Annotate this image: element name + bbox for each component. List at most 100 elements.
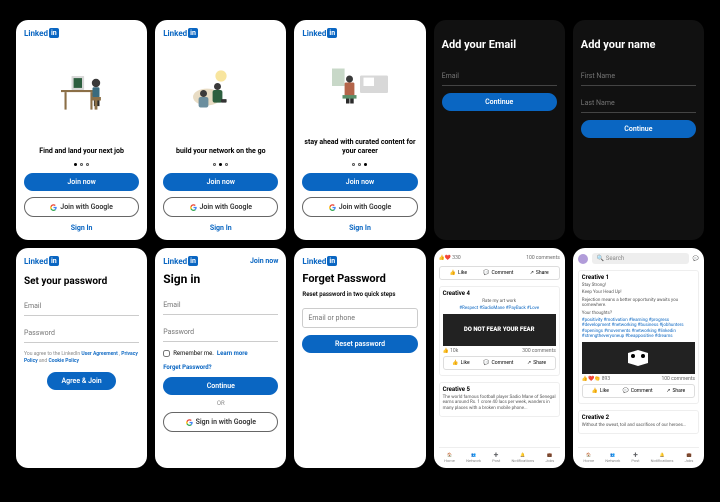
onboard-screen-1: Linkedin Find and land your next job Joi… (16, 20, 147, 240)
nav-jobs[interactable]: 💼Jobs (545, 452, 554, 463)
page-title: Forget Password (302, 272, 417, 285)
post-image (582, 342, 695, 374)
join-now-button[interactable]: Join now (24, 173, 139, 191)
bottom-nav: 🏠Home 👥Network ➕Post 🔔Notifications 💼Job… (578, 447, 699, 463)
nav-network[interactable]: 👥Network (466, 452, 481, 463)
share-button[interactable]: ↗ Share (530, 270, 549, 276)
search-bar: 🔍 Search 💬 (578, 253, 699, 264)
subtitle: Reset password in two quick steps (302, 291, 417, 298)
sign-in-screen: Linkedin Join now Sign in Remember me. L… (155, 248, 286, 468)
nav-post[interactable]: ➕Post (492, 452, 500, 463)
tagline: build your network on the go (163, 147, 278, 155)
email-field[interactable] (163, 296, 278, 315)
feed-post: Creative 4 Rate my art work #Respect #Sa… (439, 286, 560, 376)
page-title: Set your password (24, 276, 139, 287)
first-name-field[interactable] (581, 67, 696, 86)
password-field[interactable] (163, 323, 278, 342)
agree-join-button[interactable]: Agree & Join (47, 372, 116, 390)
page-title: Add your name (581, 38, 696, 51)
password-field[interactable] (24, 324, 139, 343)
add-email-screen: Add your Email Continue (434, 20, 565, 240)
page-title: Sign in (163, 272, 278, 286)
continue-button[interactable]: Continue (442, 93, 557, 111)
post-author[interactable]: Creative 2 (582, 414, 695, 421)
post-author[interactable]: Creative 5 (443, 386, 556, 393)
legal-text: You agree to the LinkedIn User Agreement… (24, 351, 139, 364)
comment-button[interactable]: 💬 Comment (483, 360, 513, 366)
forgot-password-screen: Linkedin Forget Password Reset password … (294, 248, 425, 468)
bottom-nav: 🏠Home 👥Network ➕Post 🔔Notifications 💼Job… (439, 447, 560, 463)
feed-screen-2: 🔍 Search 💬 Creative 1 Stay Strong! Keep … (573, 248, 704, 468)
google-icon (190, 204, 197, 211)
post-author[interactable]: Creative 4 (443, 290, 556, 297)
comment-button[interactable]: 💬 Comment (483, 270, 513, 276)
set-password-screen: Linkedin Set your password You agree to … (16, 248, 147, 468)
page-dots (24, 163, 139, 166)
linkedin-logo: Linkedin (24, 256, 139, 266)
messages-icon[interactable]: 💬 (693, 256, 699, 262)
feed-post: Creative 2 Without the sweat, toil and s… (578, 410, 699, 434)
add-name-screen: Add your name Continue (573, 20, 704, 240)
reset-password-button[interactable]: Reset password (302, 335, 417, 353)
nav-network[interactable]: 👥Network (605, 452, 620, 463)
search-input[interactable]: 🔍 Search (592, 253, 689, 264)
page-title: Add your Email (442, 38, 557, 51)
nav-home[interactable]: 🏠Home (444, 452, 455, 463)
illustration-content (302, 38, 417, 134)
like-button[interactable]: 👍 Like (450, 270, 467, 276)
or-divider: OR (163, 400, 278, 407)
linkedin-logo: Linkedin (302, 256, 417, 266)
post-stats: 👍❤️ 330100 comments (439, 255, 560, 261)
illustration-job (24, 38, 139, 143)
page-dots (302, 163, 417, 166)
nav-post[interactable]: ➕Post (631, 452, 639, 463)
forgot-password-link[interactable]: Forget Password? (163, 364, 278, 371)
remember-me-checkbox[interactable]: Remember me. Learn more (163, 350, 278, 357)
continue-button[interactable]: Continue (581, 120, 696, 138)
share-button[interactable]: ↗ Share (666, 388, 685, 394)
tagline: stay ahead with curated content for your… (302, 138, 417, 155)
linkedin-logo: Linkedin (302, 28, 417, 38)
email-phone-field[interactable] (302, 308, 417, 328)
post-author[interactable]: Creative 1 (582, 274, 695, 281)
join-now-button[interactable]: Join now (302, 173, 417, 191)
continue-button[interactable]: Continue (163, 377, 278, 395)
signin-google-button[interactable]: Sign in with Google (163, 412, 278, 432)
post-image: DO NOT FEAR YOUR FEAR (443, 314, 556, 346)
action-bar: 👍 Like 💬 Comment ↗ Share (439, 266, 560, 280)
feed-post: Creative 1 Stay Strong! Keep Your Head U… (578, 270, 699, 404)
google-icon (186, 419, 193, 426)
sign-in-link[interactable]: Sign In (302, 224, 417, 232)
linkedin-logo: Linkedin (163, 28, 278, 38)
email-field[interactable] (24, 297, 139, 316)
onboard-screen-2: Linkedin build your network on the go Jo… (155, 20, 286, 240)
join-google-button[interactable]: Join with Google (163, 197, 278, 217)
illustration-network (163, 38, 278, 143)
nav-home[interactable]: 🏠Home (583, 452, 594, 463)
onboard-screen-3: Linkedin stay ahead with curated content… (294, 20, 425, 240)
comment-button[interactable]: 💬 Comment (622, 388, 652, 394)
last-name-field[interactable] (581, 94, 696, 113)
avatar[interactable] (578, 254, 588, 264)
page-dots (163, 163, 278, 166)
like-button[interactable]: 👍 Like (452, 360, 469, 366)
nav-jobs[interactable]: 💼Jobs (685, 452, 694, 463)
google-icon (329, 204, 336, 211)
linkedin-logo: Linkedin (163, 256, 198, 266)
like-button[interactable]: 👍 Like (592, 388, 609, 394)
feed-screen-1: 👍❤️ 330100 comments 👍 Like 💬 Comment ↗ S… (434, 248, 565, 468)
join-google-button[interactable]: Join with Google (302, 197, 417, 217)
nav-notifications[interactable]: 🔔Notifications (651, 452, 674, 463)
email-field[interactable] (442, 67, 557, 86)
share-button[interactable]: ↗ Share (527, 360, 546, 366)
sign-in-link[interactable]: Sign In (163, 224, 278, 232)
nav-notifications[interactable]: 🔔Notifications (511, 452, 534, 463)
tagline: Find and land your next job (24, 147, 139, 155)
join-now-button[interactable]: Join now (163, 173, 278, 191)
google-icon (50, 204, 57, 211)
sign-in-link[interactable]: Sign In (24, 224, 139, 232)
linkedin-logo: Linkedin (24, 28, 139, 38)
feed-post: Creative 5 The world famous football pla… (439, 382, 560, 417)
join-google-button[interactable]: Join with Google (24, 197, 139, 217)
join-now-link[interactable]: Join now (250, 257, 278, 265)
